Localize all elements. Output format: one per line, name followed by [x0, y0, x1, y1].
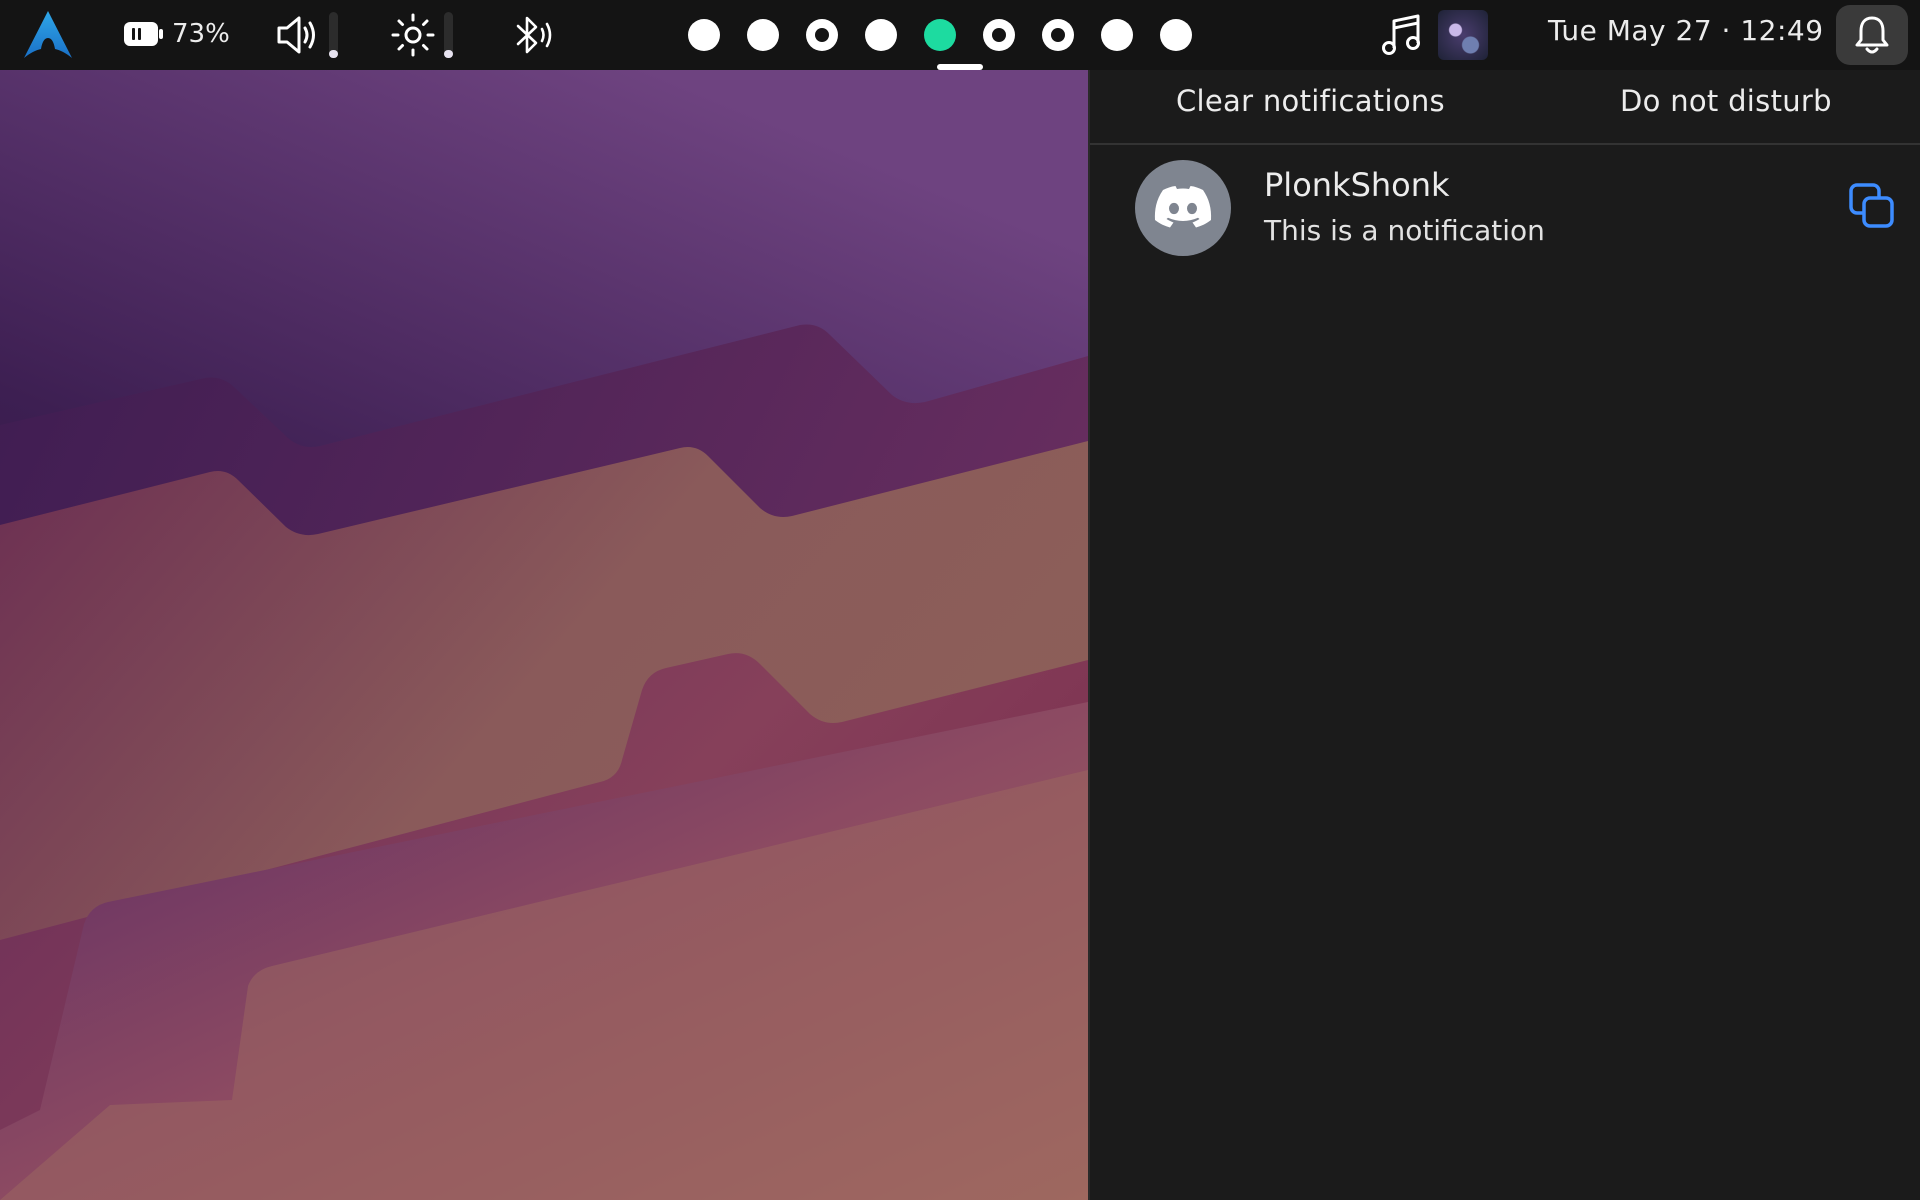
notification-title: PlonkShonk [1264, 166, 1450, 204]
speaker-icon [277, 16, 315, 54]
workspace-button-2[interactable] [747, 19, 779, 51]
volume-level-bar[interactable] [329, 12, 338, 58]
battery-percent: 73% [172, 19, 230, 49]
workspace-button-6[interactable] [983, 19, 1015, 51]
workspace-button-7[interactable] [1042, 19, 1074, 51]
copy-notification-button[interactable] [1848, 182, 1896, 230]
brightness-level-bar[interactable] [444, 12, 453, 58]
battery-indicator[interactable]: 73% [122, 14, 230, 54]
discord-icon [1154, 186, 1212, 228]
workspace-switcher [688, 15, 1192, 55]
bluetooth-icon [516, 16, 552, 54]
volume-control[interactable] [275, 10, 338, 60]
media-player-button[interactable] [1378, 10, 1424, 60]
clock[interactable]: Tue May 27 · 12:49 [1548, 14, 1824, 47]
sun-icon [391, 13, 435, 57]
bell-icon [1855, 16, 1889, 54]
workspace-button-3[interactable] [806, 19, 838, 51]
volume-level-fill [329, 49, 338, 58]
battery-icon [124, 22, 163, 46]
workspace-button-8[interactable] [1101, 19, 1133, 51]
clear-notifications-button[interactable]: Clear notifications [1176, 84, 1445, 118]
music-note-icon [1382, 14, 1420, 55]
arch-logo-icon [24, 11, 72, 58]
bluetooth-toggle[interactable] [510, 10, 556, 60]
notification-panel: Clear notifications Do not disturb Plonk… [1088, 70, 1920, 1200]
notification-panel-actions: Clear notifications Do not disturb [1090, 70, 1920, 145]
album-art-thumbnail[interactable] [1438, 10, 1488, 60]
do-not-disturb-toggle[interactable]: Do not disturb [1620, 84, 1832, 118]
workspace-button-9[interactable] [1160, 19, 1192, 51]
brightness-level-fill [444, 49, 453, 58]
top-bar: 73% Tue May 27 · 12:49 [0, 0, 1920, 70]
workspace-button-1[interactable] [688, 19, 720, 51]
workspace-button-5[interactable] [924, 19, 956, 51]
wallpaper-image [0, 70, 1088, 1200]
notification-body: This is a notification [1264, 214, 1545, 247]
workspace-button-4[interactable] [865, 19, 897, 51]
notification-app-avatar [1135, 160, 1231, 256]
notification-item[interactable]: PlonkShonk This is a notification [1090, 160, 1920, 270]
launcher-button[interactable] [22, 10, 74, 60]
desktop-wallpaper [0, 70, 1088, 1200]
brightness-control[interactable] [390, 10, 453, 60]
notification-center-button[interactable] [1836, 5, 1908, 65]
copy-icon [1849, 183, 1894, 228]
